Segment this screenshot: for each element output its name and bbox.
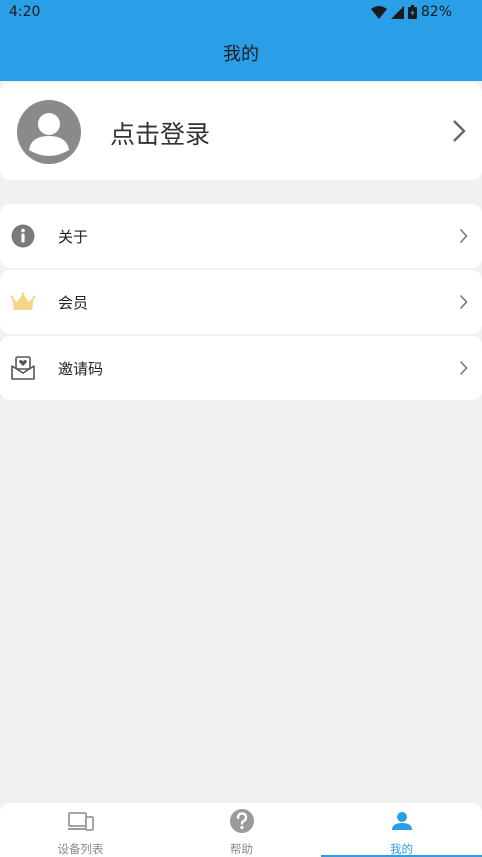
menu-item-about[interactable]: 关于 xyxy=(0,204,482,268)
menu-item-label: 关于 xyxy=(58,228,89,246)
battery-icon xyxy=(407,5,417,19)
chevron-right-icon xyxy=(459,360,468,376)
tab-mine[interactable]: 我的 xyxy=(321,803,482,857)
crown-icon xyxy=(10,292,36,310)
page-title: 我的 xyxy=(223,44,259,65)
login-label: 点击登录 xyxy=(110,120,211,149)
menu-item-label: 会员 xyxy=(58,294,89,312)
wifi-icon xyxy=(370,5,387,19)
menu-item-label: 邀请码 xyxy=(58,360,104,378)
envelope-heart-icon xyxy=(11,356,35,380)
menu-item-invite-code[interactable]: 邀请码 xyxy=(0,336,482,400)
menu-item-membership[interactable]: 会员 xyxy=(0,270,482,334)
status-bar: 4:20 82% xyxy=(0,0,482,26)
chevron-right-icon xyxy=(459,294,468,310)
signal-icon xyxy=(390,5,404,19)
user-icon xyxy=(391,812,412,830)
info-icon xyxy=(11,224,35,248)
app-header: 4:20 82% 我的 xyxy=(0,0,482,81)
bottom-tab-bar: 设备列表 帮助 我的 xyxy=(0,803,482,857)
tab-label: 设备列表 xyxy=(57,842,104,856)
battery-percent: 82% xyxy=(420,4,452,20)
devices-icon xyxy=(67,812,94,831)
avatar-icon xyxy=(17,100,81,164)
status-time: 4:20 xyxy=(9,4,41,20)
help-icon xyxy=(229,809,254,833)
tab-help[interactable]: 帮助 xyxy=(161,803,322,857)
chevron-right-icon xyxy=(453,120,466,142)
chevron-right-icon xyxy=(459,228,468,244)
tab-label: 帮助 xyxy=(230,842,253,856)
tab-device-list[interactable]: 设备列表 xyxy=(0,803,161,857)
login-card[interactable]: 点击登录 xyxy=(0,83,482,180)
status-icons: 82% xyxy=(370,4,452,20)
